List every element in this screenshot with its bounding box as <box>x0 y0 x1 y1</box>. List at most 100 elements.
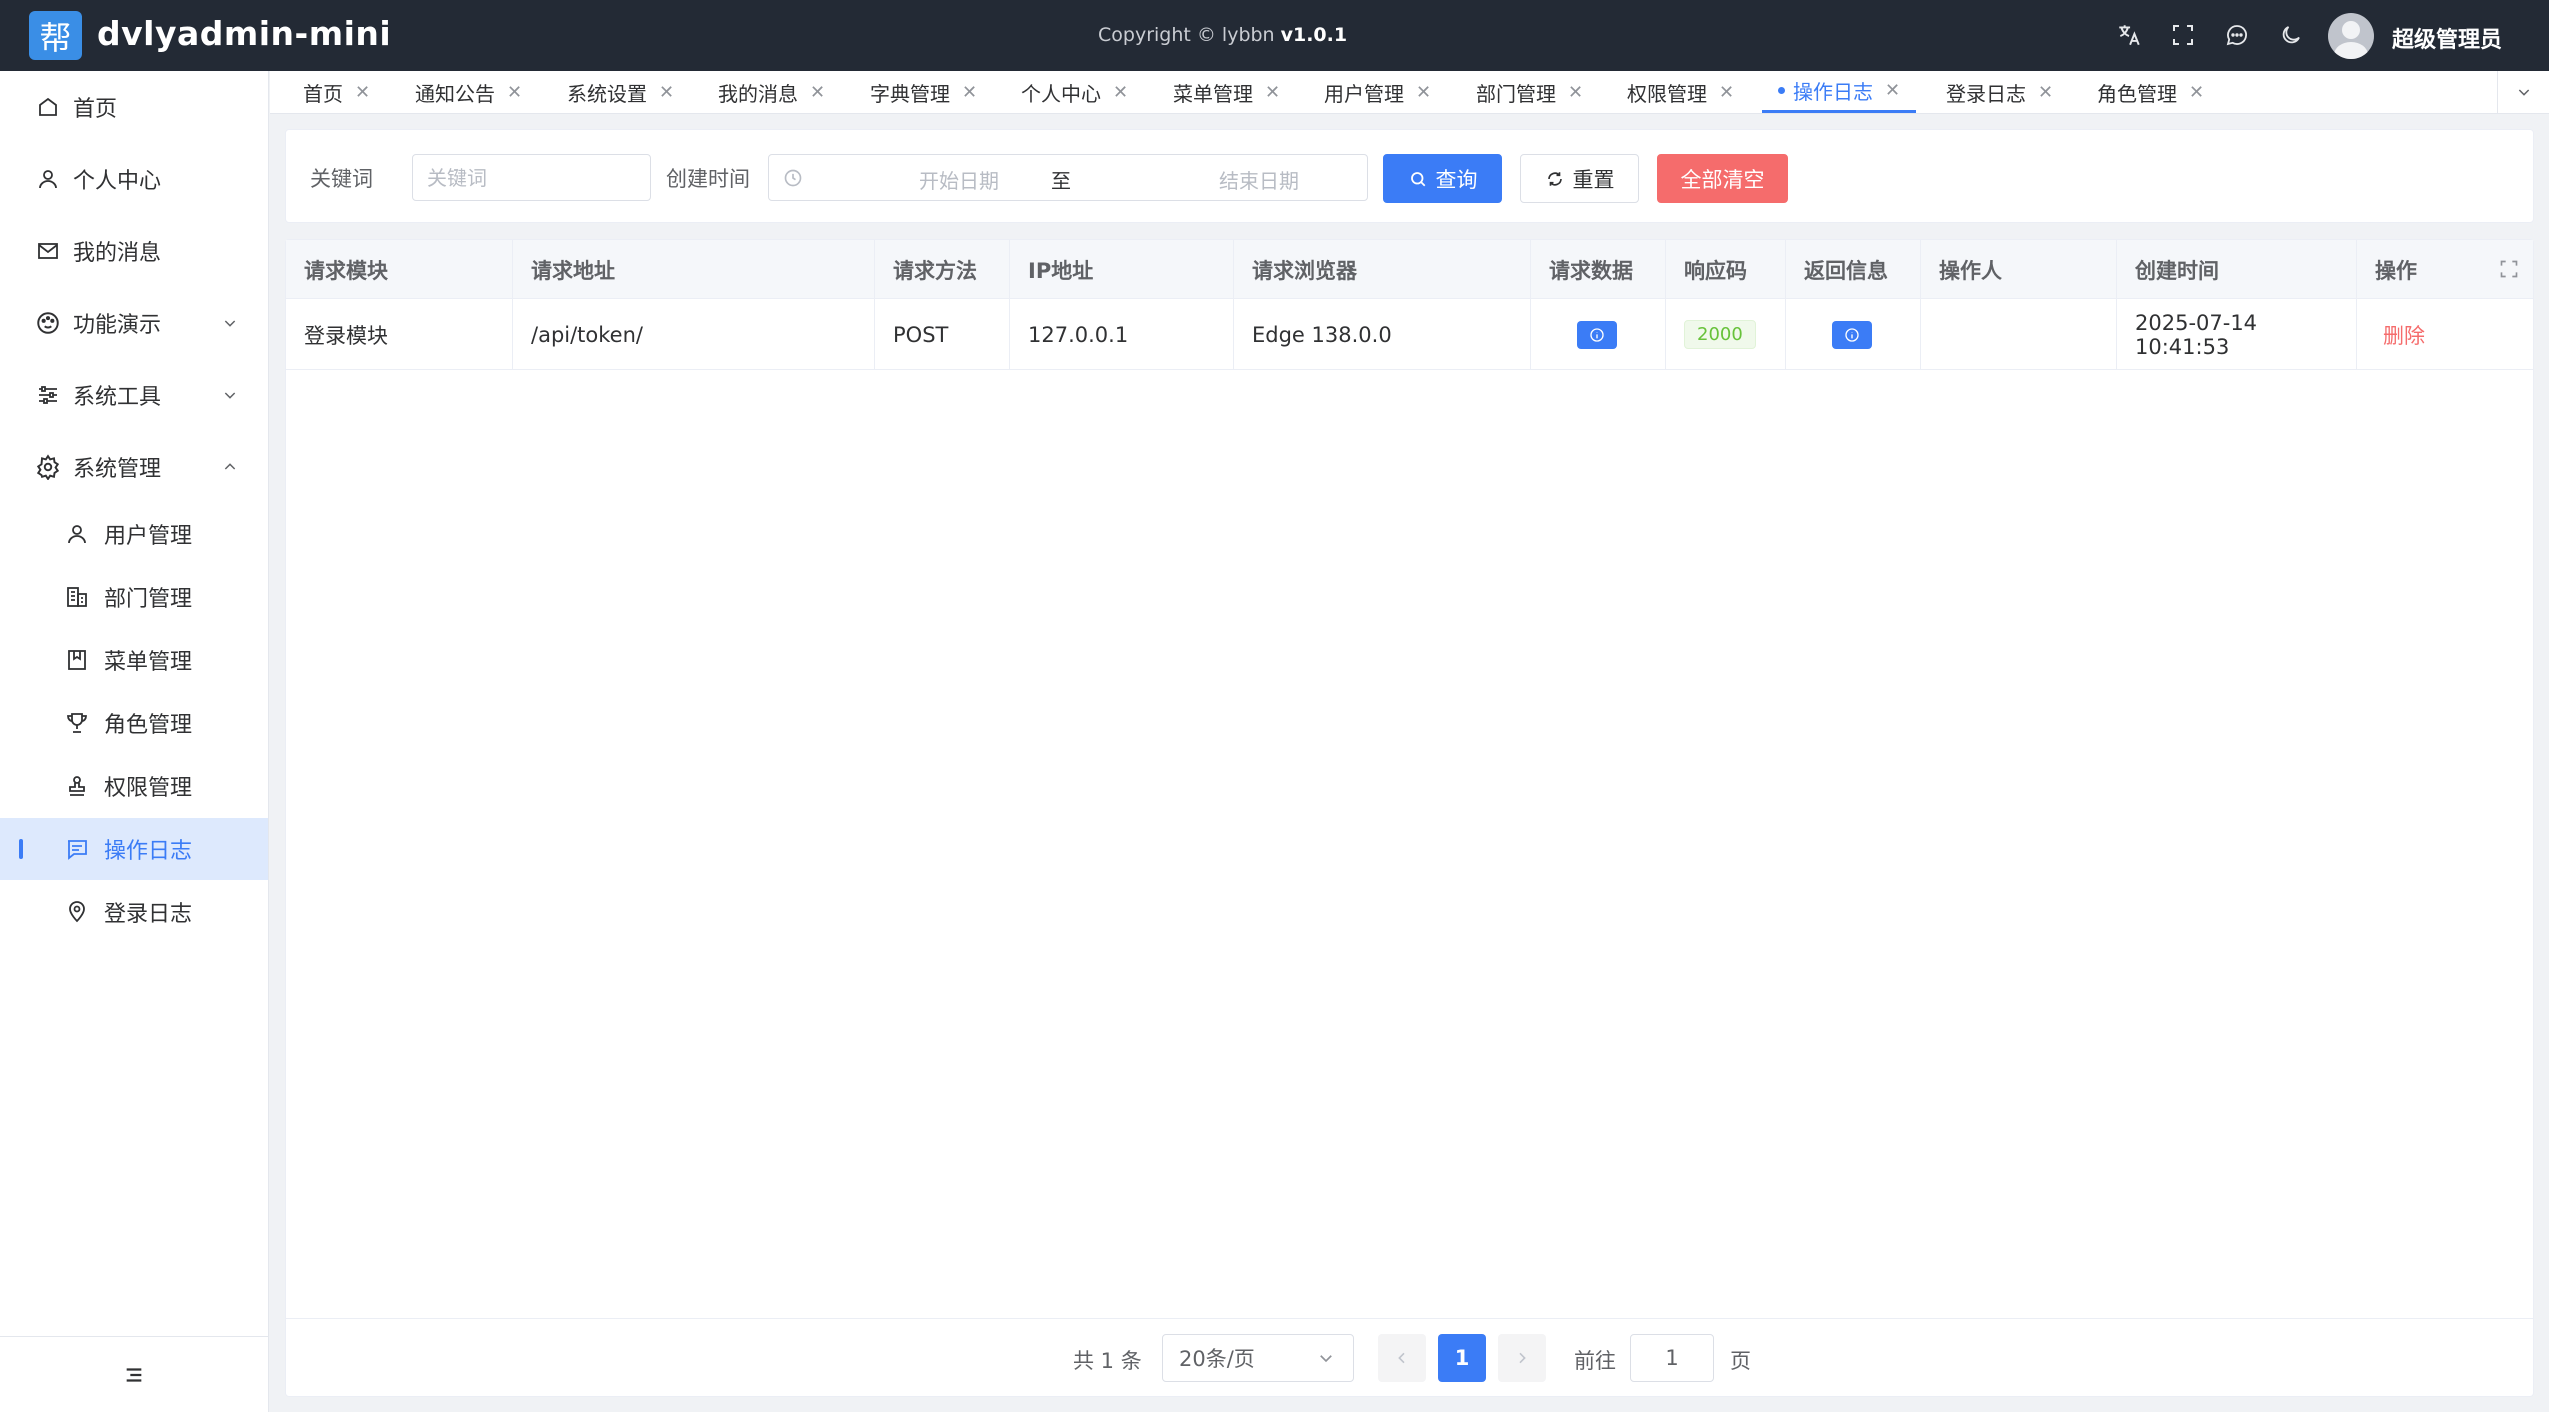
sidebar-item-departments[interactable]: 部门管理 <box>0 566 268 628</box>
delete-button[interactable]: 删除 <box>2383 320 2425 350</box>
prev-page-button[interactable] <box>1378 1334 1426 1382</box>
chat-log-icon <box>63 835 91 863</box>
close-icon[interactable]: ✕ <box>2038 82 2053 103</box>
close-icon[interactable]: ✕ <box>2189 82 2204 103</box>
tab-label: 我的消息 <box>718 81 798 106</box>
sidebar-item-messages[interactable]: 我的消息 <box>0 220 268 282</box>
sidebar-item-demo[interactable]: 功能演示 <box>0 292 268 354</box>
sidebar-item-permissions[interactable]: 权限管理 <box>0 755 268 817</box>
tabs-bar: 首页 ✕ 通知公告 ✕ 系统设置 ✕ 我的消息 ✕ 字典管理 ✕ 个人中心 ✕ 菜单管理 ✕ … <box>270 71 2549 114</box>
close-icon[interactable]: ✕ <box>659 82 674 103</box>
search-icon <box>1408 169 1428 189</box>
tab-notice[interactable]: 通知公告 ✕ <box>415 71 522 113</box>
tab-login-log[interactable]: 登录日志 ✕ <box>1946 71 2053 113</box>
tab-permissions[interactable]: 权限管理 ✕ <box>1627 71 1734 113</box>
tab-users[interactable]: 用户管理 ✕ <box>1324 71 1431 113</box>
gear-icon <box>34 453 62 481</box>
tab-label: 首页 <box>303 81 343 106</box>
tab-system-settings[interactable]: 系统设置 ✕ <box>567 71 674 113</box>
mail-icon <box>34 237 62 265</box>
user-name[interactable]: 超级管理员 <box>2392 22 2502 54</box>
sidebar-item-label: 菜单管理 <box>104 650 193 675</box>
palette-icon <box>34 309 62 337</box>
sidebar-item-users[interactable]: 用户管理 <box>0 503 268 565</box>
table-row[interactable]: 登录模块 /api/token/ POST 127.0.0.1 Edge 138… <box>286 299 2533 370</box>
column-header: 请求数据 <box>1531 240 1666 299</box>
sidebar-item-profile[interactable]: 个人中心 <box>0 148 268 210</box>
app-logo[interactable]: 帮 <box>29 11 82 60</box>
user-icon <box>63 520 91 548</box>
app-title[interactable]: dvlyadmin-mini <box>97 14 391 53</box>
keyword-input[interactable] <box>412 154 651 201</box>
collapse-icon <box>123 1364 145 1386</box>
close-icon[interactable]: ✕ <box>1568 82 1583 103</box>
query-button[interactable]: 查询 <box>1383 154 1502 203</box>
sidebar-item-tools[interactable]: 系统工具 <box>0 364 268 426</box>
column-header: 请求浏览器 <box>1234 240 1531 299</box>
view-request-data-button[interactable] <box>1577 320 1617 349</box>
sidebar-collapse-button[interactable] <box>0 1336 268 1412</box>
close-icon[interactable]: ✕ <box>1885 80 1900 101</box>
chevron-left-icon <box>1394 1350 1410 1366</box>
sidebar-item-home[interactable]: 首页 <box>0 76 268 138</box>
column-header: 操作人 <box>1921 240 2117 299</box>
date-range-picker[interactable]: 开始日期 至 结束日期 <box>768 154 1368 201</box>
moon-icon[interactable] <box>2274 18 2308 52</box>
query-button-label: 查询 <box>1435 167 1478 192</box>
pagination: 共 1 条 20条/页 1 前往 页 <box>286 1318 2533 1397</box>
close-icon[interactable]: ✕ <box>1719 82 1734 103</box>
range-separator: 至 <box>1051 169 1071 193</box>
sidebar-item-system[interactable]: 系统管理 <box>0 436 268 498</box>
tab-menus[interactable]: 菜单管理 ✕ <box>1173 71 1280 113</box>
top-header: 帮 dvlyadmin-mini Copyright © lybbn v1.0.1… <box>0 0 2549 71</box>
sidebar-item-label: 部门管理 <box>104 587 193 612</box>
goto-page-input[interactable] <box>1630 1334 1714 1382</box>
cell-created: 2025-07-14 10:41:53 <box>2117 299 2357 370</box>
tab-label: 角色管理 <box>2097 81 2177 106</box>
start-date-input[interactable]: 开始日期 <box>869 165 1049 194</box>
sidebar-item-menus[interactable]: 菜单管理 <box>0 629 268 691</box>
tab-departments[interactable]: 部门管理 ✕ <box>1476 71 1583 113</box>
close-icon[interactable]: ✕ <box>507 82 522 103</box>
tab-label: 权限管理 <box>1627 81 1707 106</box>
tab-home[interactable]: 首页 ✕ <box>303 71 370 113</box>
sidebar-item-label: 角色管理 <box>104 713 193 738</box>
cell-method: POST <box>875 299 1010 370</box>
close-icon[interactable]: ✕ <box>1416 82 1431 103</box>
fullscreen-icon[interactable] <box>2166 18 2200 52</box>
keyword-label: 关键词 <box>310 167 373 191</box>
tab-dictionary[interactable]: 字典管理 ✕ <box>870 71 977 113</box>
tab-roles[interactable]: 角色管理 ✕ <box>2097 71 2204 113</box>
tab-label: 用户管理 <box>1324 81 1404 106</box>
page-number-button[interactable]: 1 <box>1438 1334 1486 1382</box>
logo-glyph: 帮 <box>39 18 72 57</box>
clear-all-button[interactable]: 全部清空 <box>1657 154 1788 203</box>
view-return-info-button[interactable] <box>1832 320 1872 349</box>
avatar[interactable] <box>2328 13 2374 59</box>
column-header: 请求方法 <box>875 240 1010 299</box>
end-date-input[interactable]: 结束日期 <box>1169 165 1349 194</box>
message-icon[interactable] <box>2220 18 2254 52</box>
page-unit-label: 页 <box>1730 1349 1751 1373</box>
close-icon[interactable]: ✕ <box>355 82 370 103</box>
close-icon[interactable]: ✕ <box>962 82 977 103</box>
info-icon <box>1844 327 1860 343</box>
next-page-button[interactable] <box>1498 1334 1546 1382</box>
close-icon[interactable]: ✕ <box>810 82 825 103</box>
refresh-icon <box>1545 169 1565 189</box>
user-icon <box>34 165 62 193</box>
tab-my-messages[interactable]: 我的消息 ✕ <box>718 71 825 113</box>
reset-button[interactable]: 重置 <box>1520 154 1639 203</box>
page-size-select[interactable]: 20条/页 <box>1162 1334 1354 1382</box>
sidebar-item-roles[interactable]: 角色管理 <box>0 692 268 754</box>
close-icon[interactable]: ✕ <box>1113 82 1128 103</box>
tab-profile[interactable]: 个人中心 ✕ <box>1021 71 1128 113</box>
sidebar-item-operation-log[interactable]: 操作日志 <box>0 818 268 880</box>
close-icon[interactable]: ✕ <box>1265 82 1280 103</box>
tabs-dropdown-button[interactable] <box>2497 71 2549 113</box>
tab-label: 个人中心 <box>1021 81 1101 106</box>
sidebar-item-login-log[interactable]: 登录日志 <box>0 881 268 943</box>
translate-icon[interactable] <box>2112 18 2146 52</box>
table-fullscreen-icon[interactable] <box>2499 259 2519 279</box>
tab-operation-log[interactable]: 操作日志 ✕ <box>1762 71 1917 113</box>
